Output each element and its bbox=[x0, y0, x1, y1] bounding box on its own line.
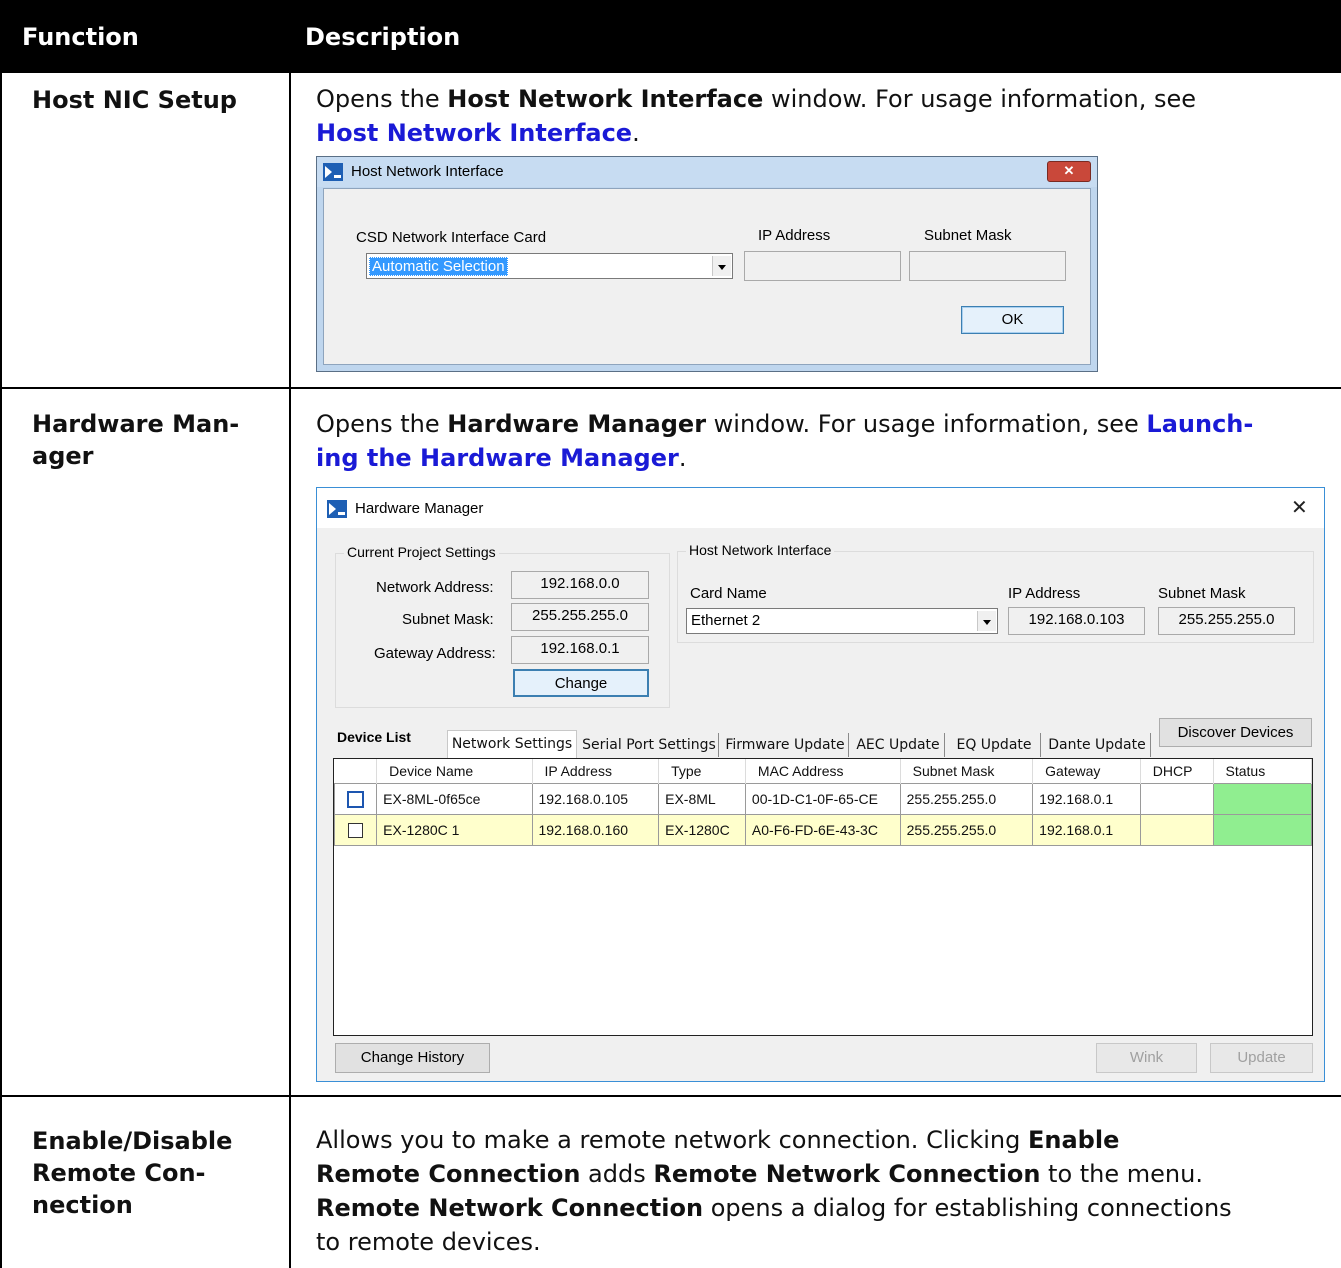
row-checkbox[interactable] bbox=[333, 814, 378, 846]
hw-dialog-title: Hardware Manager bbox=[355, 500, 484, 517]
nic-dialog-title: Host Network Interface bbox=[351, 163, 504, 180]
column-divider bbox=[289, 73, 291, 1268]
tab-aec-update[interactable]: AEC Update bbox=[852, 733, 945, 757]
table-left-border bbox=[0, 73, 2, 1268]
col-status[interactable]: Status bbox=[1213, 759, 1313, 784]
tab-eq-update[interactable]: EQ Update bbox=[948, 733, 1041, 757]
function-table: Function Description Host NIC Setup Open… bbox=[0, 0, 1341, 1268]
col-mac-address[interactable]: MAC Address bbox=[745, 759, 901, 784]
network-address-field: 192.168.0.0 bbox=[511, 571, 649, 599]
tab-dante-update[interactable]: Dante Update bbox=[1044, 733, 1151, 757]
device-list-label: Device List bbox=[337, 729, 411, 745]
group-legend: Host Network Interface bbox=[686, 542, 835, 558]
host-subnet-field: 255.255.255.0 bbox=[1158, 607, 1295, 635]
tab-firmware-update[interactable]: Firmware Update bbox=[722, 733, 849, 757]
card-name-select[interactable]: Ethernet 2 bbox=[686, 608, 998, 634]
launching-hardware-manager-link-cont[interactable]: ing the Hardware Manager bbox=[316, 444, 679, 472]
function-enable-disable-remote: Enable/Disable Remote Con- nection bbox=[32, 1127, 233, 1219]
table-row[interactable]: EX-1280C 1 192.168.0.160 EX-1280C A0-F6-… bbox=[333, 814, 1313, 846]
function-host-nic-setup: Host NIC Setup bbox=[32, 86, 237, 114]
ip-address-label: IP Address bbox=[758, 227, 831, 244]
change-history-button[interactable]: Change History bbox=[335, 1043, 490, 1073]
device-mac: A0-F6-FD-6E-43-3C bbox=[744, 814, 901, 846]
gateway-address-label: Gateway Address: bbox=[374, 645, 496, 662]
function-hardware-manager: Hardware Man- ager bbox=[32, 410, 240, 470]
app-icon bbox=[323, 163, 343, 181]
row-divider bbox=[0, 387, 1341, 389]
description-host-nic-setup: Opens the Host Network Interface window.… bbox=[316, 85, 1197, 147]
group-legend: Current Project Settings bbox=[344, 544, 499, 560]
col-type[interactable]: Type bbox=[658, 759, 746, 784]
card-name-label: Card Name bbox=[690, 585, 767, 602]
tab-serial-port-settings[interactable]: Serial Port Settings bbox=[580, 733, 719, 757]
device-subnet: 255.255.255.0 bbox=[899, 783, 1034, 815]
ok-button[interactable]: OK bbox=[961, 306, 1064, 334]
wink-button[interactable]: Wink bbox=[1096, 1043, 1197, 1073]
device-type: EX-8ML bbox=[658, 783, 746, 815]
row-divider bbox=[0, 1095, 1341, 1097]
host-ip-field: 192.168.0.103 bbox=[1008, 607, 1145, 635]
close-icon[interactable]: ✕ bbox=[1291, 495, 1308, 520]
ip-address-label: IP Address bbox=[1008, 585, 1081, 602]
device-dhcp bbox=[1139, 783, 1214, 815]
col-select[interactable] bbox=[334, 759, 378, 784]
host-network-interface-link[interactable]: Host Network Interface bbox=[316, 119, 632, 147]
device-status bbox=[1212, 783, 1313, 815]
close-icon[interactable]: ✕ bbox=[1047, 161, 1091, 182]
description-hardware-manager: Opens the Hardware Manager window. For u… bbox=[316, 410, 1254, 472]
description-column-header: Description bbox=[305, 23, 461, 51]
nic-dialog-body: CSD Network Interface Card IP Address Su… bbox=[323, 188, 1091, 365]
device-ip: 192.168.0.160 bbox=[531, 814, 660, 846]
subnet-mask-label: Subnet Mask: bbox=[402, 611, 494, 628]
device-status bbox=[1212, 814, 1313, 846]
host-network-interface-group: Host Network Interface Card Name IP Addr… bbox=[677, 542, 1314, 643]
launching-hardware-manager-link[interactable]: Launch- bbox=[1146, 410, 1253, 438]
device-gateway: 192.168.0.1 bbox=[1032, 783, 1141, 815]
device-name: EX-8ML-0f65ce bbox=[376, 783, 533, 815]
device-type: EX-1280C bbox=[658, 814, 746, 846]
col-dhcp[interactable]: DHCP bbox=[1140, 759, 1214, 784]
device-subnet: 255.255.255.0 bbox=[899, 814, 1034, 846]
table-header: Function Description bbox=[0, 0, 1341, 73]
device-dhcp bbox=[1139, 814, 1214, 846]
network-card-select[interactable]: Automatic Selection bbox=[366, 253, 733, 279]
col-device-name[interactable]: Device Name bbox=[376, 759, 533, 784]
description-enable-disable-remote: Allows you to make a remote network conn… bbox=[316, 1126, 1232, 1256]
device-ip: 192.168.0.105 bbox=[531, 783, 660, 815]
device-name: EX-1280C 1 bbox=[376, 814, 533, 846]
device-table: Device Name IP Address Type MAC Address … bbox=[333, 759, 1313, 846]
device-list-panel: Device Name IP Address Type MAC Address … bbox=[333, 758, 1313, 1036]
host-network-interface-dialog: Host Network Interface ✕ CSD Network Int… bbox=[316, 156, 1098, 372]
table-row[interactable]: EX-8ML-0f65ce 192.168.0.105 EX-8ML 00-1D… bbox=[333, 783, 1313, 815]
subnet-mask-label: Subnet Mask bbox=[1158, 585, 1246, 602]
discover-devices-button[interactable]: Discover Devices bbox=[1159, 718, 1312, 747]
ip-address-field[interactable] bbox=[744, 251, 901, 281]
current-project-settings-group: Current Project Settings Network Address… bbox=[335, 544, 670, 708]
col-gateway[interactable]: Gateway bbox=[1032, 759, 1141, 784]
chevron-down-icon[interactable] bbox=[977, 611, 996, 631]
device-gateway: 192.168.0.1 bbox=[1032, 814, 1141, 846]
selected-value: Ethernet 2 bbox=[691, 612, 761, 629]
row-checkbox[interactable] bbox=[333, 783, 378, 815]
app-icon bbox=[327, 500, 347, 518]
col-subnet-mask[interactable]: Subnet Mask bbox=[900, 759, 1034, 784]
subnet-mask-label: Subnet Mask bbox=[924, 227, 1012, 244]
tab-network-settings[interactable]: Network Settings bbox=[447, 730, 577, 759]
gateway-address-field: 192.168.0.1 bbox=[511, 636, 649, 664]
device-mac: 00-1D-C1-0F-65-CE bbox=[744, 783, 901, 815]
update-button[interactable]: Update bbox=[1210, 1043, 1313, 1073]
col-ip-address[interactable]: IP Address bbox=[532, 759, 660, 784]
function-column-header: Function bbox=[22, 23, 139, 51]
card-label: CSD Network Interface Card bbox=[356, 229, 547, 246]
chevron-down-icon[interactable] bbox=[712, 256, 731, 276]
network-address-label: Network Address: bbox=[376, 579, 494, 596]
subnet-mask-field: 255.255.255.0 bbox=[511, 603, 649, 631]
change-button[interactable]: Change bbox=[513, 669, 649, 697]
subnet-mask-field[interactable] bbox=[909, 251, 1066, 281]
table-header-row: Device Name IP Address Type MAC Address … bbox=[334, 759, 1313, 784]
selected-value: Automatic Selection bbox=[369, 257, 508, 276]
